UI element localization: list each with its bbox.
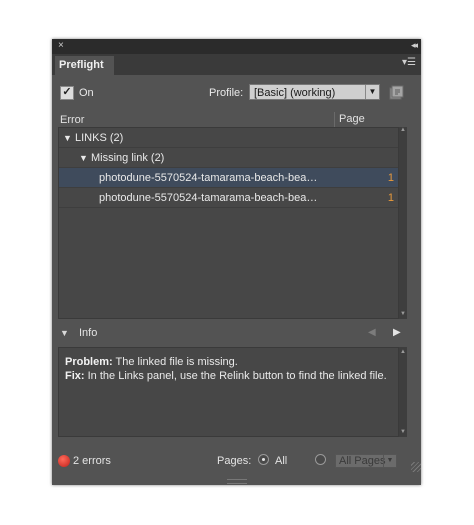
fix-label: Fix:: [65, 370, 85, 382]
scroll-up-icon[interactable]: ▲: [399, 127, 407, 133]
page-range-field[interactable]: All Pages ▼: [335, 454, 397, 468]
list-item-label: photodune-5570524-tamarama-beach-bea…: [99, 192, 318, 204]
tab-bar: Preflight ▾☰: [52, 54, 421, 75]
collapse-panel-icon[interactable]: ◂◂: [411, 40, 418, 51]
profile-select-value: [Basic] (working): [254, 87, 336, 99]
list-item-label: LINKS (2): [75, 132, 124, 144]
on-label: On: [79, 87, 94, 99]
info-scrollbar[interactable]: ▲ ▼: [399, 347, 407, 437]
bottom-resize-handle[interactable]: [227, 479, 247, 484]
page-link[interactable]: 1: [388, 188, 394, 208]
info-section-header: ▼ Info ◀ ▶: [52, 323, 421, 345]
page-link[interactable]: 1: [388, 168, 394, 188]
expand-triangle-icon[interactable]: ▼: [63, 128, 72, 148]
close-icon[interactable]: ×: [58, 40, 64, 51]
info-label: Info: [79, 327, 98, 339]
list-item-label: Missing link (2): [91, 152, 165, 164]
preflight-toolbar: ✓ On Profile: [Basic] (working) ▼: [52, 83, 421, 105]
page-range-radio[interactable]: [315, 454, 326, 465]
error-list: ▼ LINKS (2) ▼ Missing link (2) photodune…: [58, 127, 399, 319]
collapse-info-icon[interactable]: ▼: [60, 328, 69, 338]
chevron-down-icon: ▼: [365, 85, 379, 99]
error-status-icon: [58, 455, 70, 467]
fix-text: In the Links panel, use the Relink butto…: [84, 370, 387, 382]
column-header-error[interactable]: Error: [60, 114, 84, 126]
list-scrollbar[interactable]: ▲ ▼: [399, 127, 407, 319]
status-footer: 2 errors Pages: All All Pages ▼: [52, 449, 421, 475]
all-label: All: [275, 455, 288, 467]
scroll-down-icon[interactable]: ▼: [399, 429, 407, 435]
tab-preflight[interactable]: Preflight: [55, 56, 114, 75]
problem-label: Problem:: [65, 356, 113, 368]
resize-grip-icon[interactable]: [411, 462, 421, 472]
on-checkbox[interactable]: ✓: [60, 86, 74, 100]
list-item-label: photodune-5570524-tamarama-beach-bea…: [99, 172, 318, 184]
error-count: 2 errors: [73, 455, 111, 467]
next-icon[interactable]: ▶: [393, 327, 401, 338]
scroll-up-icon[interactable]: ▲: [399, 349, 407, 355]
problem-line: Problem: The linked file is missing.: [65, 355, 392, 369]
page-range-value: All Pages: [339, 455, 386, 467]
panel-menu-icon[interactable]: ▾☰: [402, 57, 416, 68]
previous-icon[interactable]: ◀: [368, 327, 376, 338]
column-header-page[interactable]: Page: [334, 112, 409, 127]
preflight-panel: × ◂◂ Preflight ▾☰ ✓ On Profile: [Basic] …: [52, 39, 421, 485]
profile-definition-icon[interactable]: [387, 83, 405, 106]
chevron-down-icon: ▼: [383, 455, 396, 467]
scroll-down-icon[interactable]: ▼: [399, 311, 407, 317]
list-header: Error Page: [58, 112, 407, 127]
profile-label: Profile:: [209, 87, 244, 99]
list-item-file[interactable]: photodune-5570524-tamarama-beach-bea… 1: [59, 188, 398, 208]
expand-triangle-icon[interactable]: ▼: [79, 148, 88, 168]
all-pages-radio[interactable]: [258, 454, 269, 465]
problem-text: The linked file is missing.: [112, 356, 238, 368]
pages-label: Pages:: [217, 455, 252, 467]
info-box: Problem: The linked file is missing. Fix…: [58, 347, 399, 437]
fix-line: Fix: In the Links panel, use the Relink …: [65, 369, 392, 383]
list-item-missing-link[interactable]: ▼ Missing link (2): [59, 148, 398, 168]
list-item-file[interactable]: photodune-5570524-tamarama-beach-bea… 1: [59, 168, 398, 188]
list-item-links[interactable]: ▼ LINKS (2): [59, 128, 398, 148]
panel-titlebar: × ◂◂: [52, 39, 421, 54]
profile-select[interactable]: [Basic] (working) ▼: [249, 84, 380, 100]
